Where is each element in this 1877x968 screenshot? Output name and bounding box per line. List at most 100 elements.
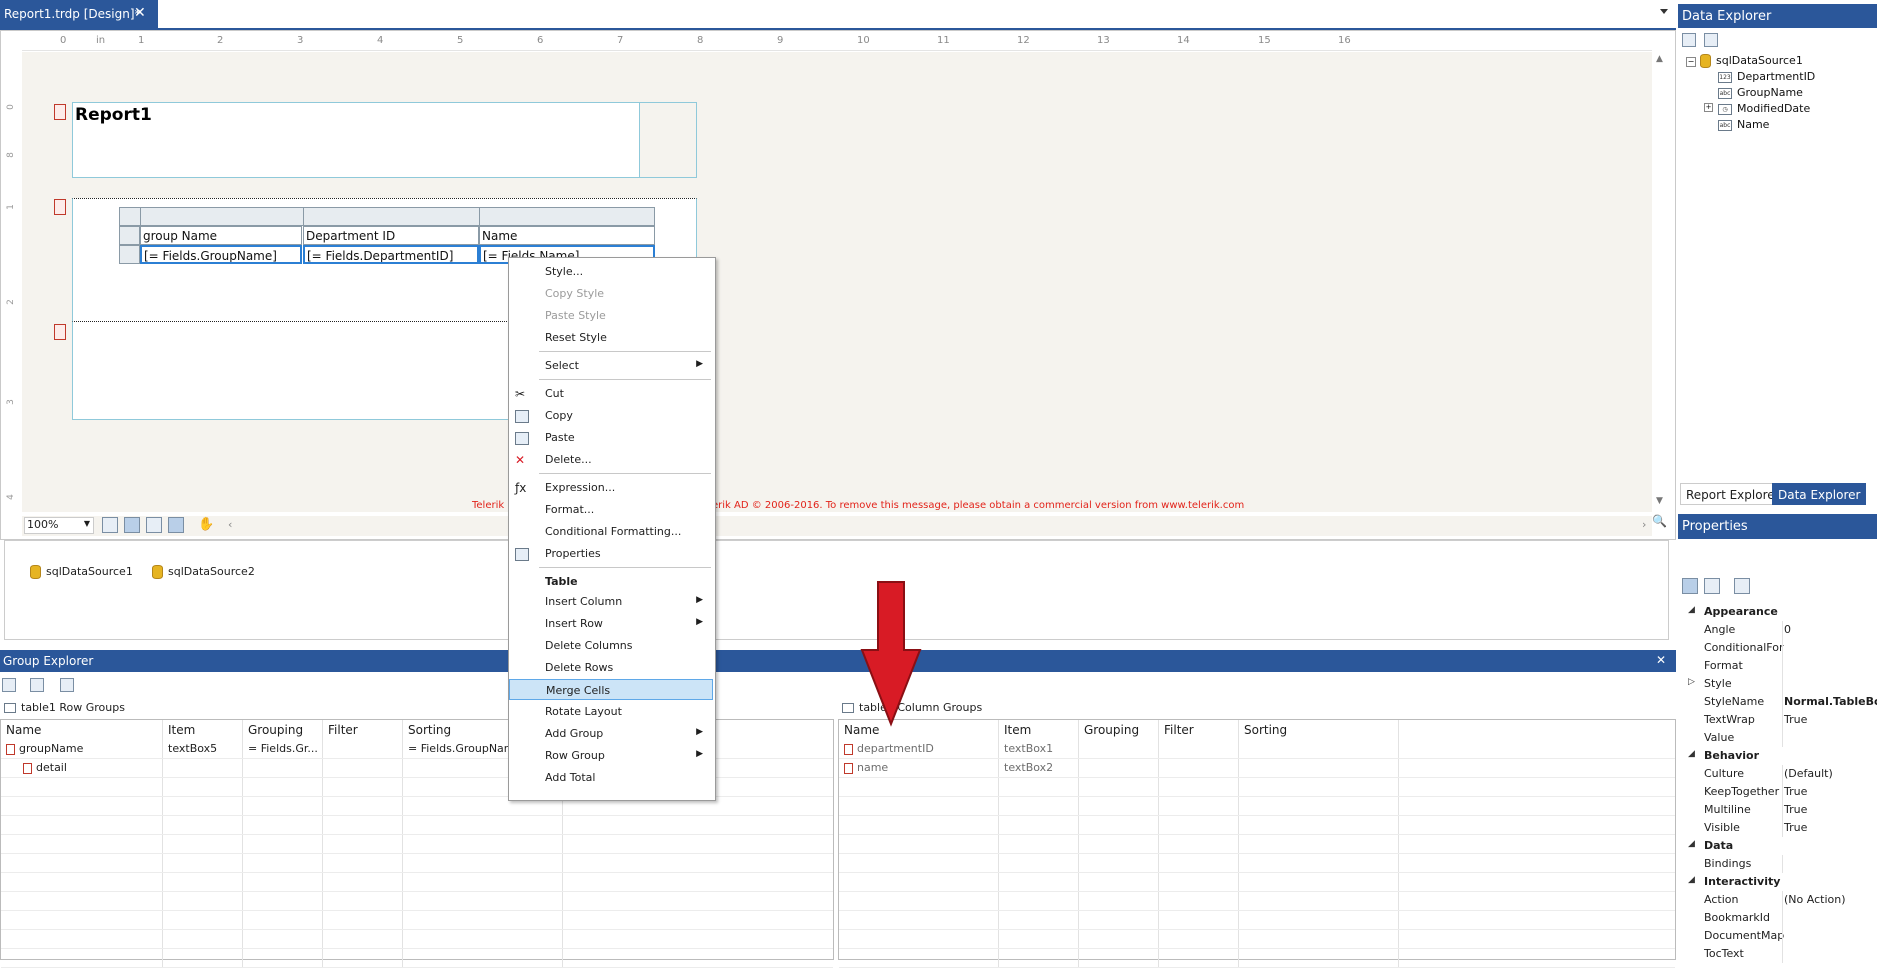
property-value[interactable]: True: [1784, 821, 1807, 834]
grid-header-grouping[interactable]: Grouping: [1079, 720, 1159, 740]
menu-item-paste[interactable]: Paste: [509, 427, 713, 448]
menu-item-format[interactable]: Format...: [509, 499, 713, 520]
property-row[interactable]: Angle 0: [1678, 621, 1877, 639]
grid-header-sorting[interactable]: Sorting: [1239, 720, 1399, 740]
menu-item-add-total[interactable]: Add Total: [509, 767, 713, 788]
collapse-triangle-icon[interactable]: ◢: [1688, 875, 1695, 885]
menu-item-paste-style[interactable]: Paste Style: [509, 305, 713, 326]
property-row[interactable]: Culture (Default): [1678, 765, 1877, 783]
property-category[interactable]: ◢ Data: [1678, 837, 1877, 855]
close-icon[interactable]: ✕: [134, 5, 146, 21]
document-tab[interactable]: Report1.trdp [Design]* ✕: [0, 0, 158, 28]
grid-row[interactable]: name textBox2: [839, 759, 1675, 778]
property-row[interactable]: BookmarkId: [1678, 909, 1877, 927]
collapse-triangle-icon[interactable]: ◢: [1688, 749, 1695, 759]
scroll-left-icon[interactable]: ‹: [228, 518, 232, 531]
menu-item-merge-cells[interactable]: Merge Cells: [509, 679, 713, 700]
tree-node-field[interactable]: 123 DepartmentID: [1718, 70, 1815, 83]
categorized-icon[interactable]: [1682, 578, 1698, 594]
tree-node-datasource[interactable]: − sqlDataSource1: [1686, 54, 1803, 68]
refresh-icon[interactable]: [60, 678, 74, 692]
property-row[interactable]: Format: [1678, 657, 1877, 675]
property-row[interactable]: Bindings: [1678, 855, 1877, 873]
property-row[interactable]: TocText: [1678, 945, 1877, 963]
menu-item-properties[interactable]: Properties: [509, 543, 713, 564]
scroll-up-icon[interactable]: ▲: [1656, 54, 1663, 64]
collapse-icon[interactable]: −: [1686, 57, 1696, 67]
menu-item-expression[interactable]: Expression... ƒx: [509, 477, 713, 498]
scroll-right-icon[interactable]: ›: [1642, 518, 1646, 531]
datasource-item[interactable]: sqlDataSource2: [152, 565, 255, 579]
menu-item-conditional-formatting[interactable]: Conditional Formatting...: [509, 521, 713, 542]
grid-header-name[interactable]: Name: [1, 720, 163, 740]
tab-list-dropdown-icon[interactable]: [1660, 9, 1668, 14]
property-row[interactable]: Action (No Action): [1678, 891, 1877, 909]
edit-datasource-icon[interactable]: [1682, 33, 1696, 47]
property-category[interactable]: ◢ Behavior: [1678, 747, 1877, 765]
menu-item-delete-rows[interactable]: Delete Rows: [509, 657, 713, 678]
property-row[interactable]: DocumentMap: [1678, 927, 1877, 945]
dimensions-icon[interactable]: [168, 517, 184, 533]
menu-item-reset-style[interactable]: Reset Style: [509, 327, 713, 348]
tab-data-explorer[interactable]: Data Explorer: [1772, 483, 1867, 505]
grid-toggle-icon[interactable]: [102, 517, 118, 533]
property-value[interactable]: True: [1784, 785, 1807, 798]
menu-item-style[interactable]: Style...: [509, 261, 713, 282]
collapse-triangle-icon[interactable]: ◢: [1688, 605, 1695, 615]
grid-header-grouping[interactable]: Grouping: [243, 720, 323, 740]
property-value[interactable]: 0: [1784, 623, 1791, 636]
table-header-cell[interactable]: Name: [479, 226, 655, 245]
property-row[interactable]: ConditionalFor: [1678, 639, 1877, 657]
property-row[interactable]: TextWrap True: [1678, 711, 1877, 729]
expand-icon[interactable]: +: [1704, 103, 1713, 112]
menu-item-insert-column[interactable]: Insert Column ▶: [509, 591, 713, 612]
menu-item-select[interactable]: Select ▶: [509, 355, 713, 376]
snap-to-grid-icon[interactable]: [124, 517, 140, 533]
pan-hand-icon[interactable]: ✋: [198, 517, 214, 533]
menu-item-insert-row[interactable]: Insert Row ▶: [509, 613, 713, 634]
table-header-cell[interactable]: Department ID: [303, 226, 479, 245]
property-pages-icon[interactable]: [1734, 578, 1750, 594]
property-row[interactable]: Visible True: [1678, 819, 1877, 837]
add-group-icon[interactable]: [30, 678, 44, 692]
row-handle[interactable]: [119, 226, 140, 245]
menu-item-copy[interactable]: Copy: [509, 405, 713, 426]
zoom-select[interactable]: 100% ▼: [24, 517, 94, 534]
collapse-triangle-icon[interactable]: ◢: [1688, 839, 1695, 849]
menu-item-copy-style[interactable]: Copy Style: [509, 283, 713, 304]
designer-vertical-scrollbar[interactable]: ▲ ▼: [1654, 52, 1668, 510]
property-category[interactable]: ◢ Appearance: [1678, 603, 1877, 621]
expand-triangle-icon[interactable]: ▷: [1688, 677, 1695, 687]
property-value[interactable]: Normal.TableBody: [1784, 695, 1877, 708]
menu-item-row-group[interactable]: Row Group ▶: [509, 745, 713, 766]
table-data-cell[interactable]: [= Fields.GroupName]: [140, 245, 302, 264]
grid-header-item[interactable]: Item: [163, 720, 243, 740]
property-value[interactable]: (No Action): [1784, 893, 1846, 906]
column-groups-grid[interactable]: Name Item Grouping Filter Sorting departmentI…: [838, 719, 1676, 968]
tree-node-field[interactable]: + ◷ ModifiedDate: [1704, 102, 1810, 115]
zoom-magnifier-icon[interactable]: 🔍: [1652, 514, 1667, 528]
table-column-handles[interactable]: [119, 207, 655, 226]
property-value[interactable]: (Default): [1784, 767, 1833, 780]
scroll-down-icon[interactable]: ▼: [1656, 496, 1663, 506]
snap-to-lines-icon[interactable]: [146, 517, 162, 533]
menu-item-cut[interactable]: Cut ✂: [509, 383, 713, 404]
tab-report-explorer[interactable]: Report Explorer: [1680, 483, 1786, 505]
menu-item-delete-columns[interactable]: Delete Columns: [509, 635, 713, 656]
tree-node-field[interactable]: abc Name: [1718, 118, 1769, 131]
property-row[interactable]: Value: [1678, 729, 1877, 747]
property-row[interactable]: Multiline True: [1678, 801, 1877, 819]
menu-item-delete[interactable]: Delete... ✕: [509, 449, 713, 470]
property-category[interactable]: ◢ Interactivity: [1678, 873, 1877, 891]
property-value[interactable]: True: [1784, 803, 1807, 816]
view-mode-icon[interactable]: [2, 678, 16, 692]
table-header-cell[interactable]: group Name: [140, 226, 302, 245]
datasource-item[interactable]: sqlDataSource1: [30, 565, 133, 579]
menu-item-rotate-layout[interactable]: Rotate Layout: [509, 701, 713, 722]
grid-row[interactable]: departmentID textBox1: [839, 740, 1675, 759]
grid-header-filter[interactable]: Filter: [1159, 720, 1239, 740]
tree-node-field[interactable]: abc GroupName: [1718, 86, 1803, 99]
grid-header-filter[interactable]: Filter: [323, 720, 403, 740]
grid-header-item[interactable]: Item: [999, 720, 1079, 740]
report-title-textbox[interactable]: [72, 102, 640, 178]
